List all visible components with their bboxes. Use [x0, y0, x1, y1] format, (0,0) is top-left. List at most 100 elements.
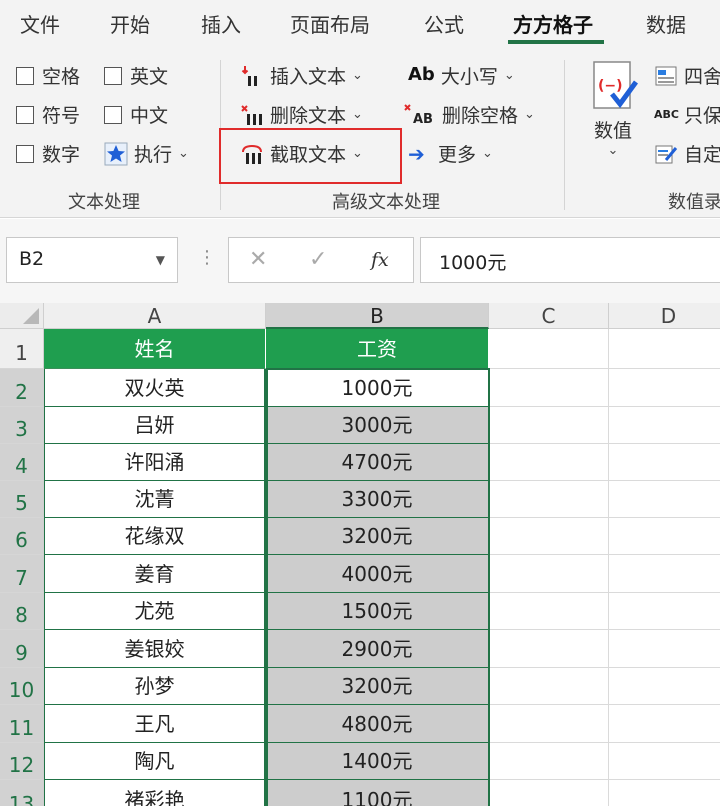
- cell-name[interactable]: 孙梦: [44, 668, 266, 705]
- cell-salary[interactable]: 3300元: [266, 481, 489, 518]
- confirm-icon[interactable]: ✓: [309, 247, 327, 272]
- more-button[interactable]: ➔ 更多 ⌄: [408, 140, 493, 167]
- execute-button[interactable]: 执行 ⌄: [104, 140, 189, 167]
- cell-name[interactable]: 许阳涌: [44, 444, 266, 481]
- cell-salary[interactable]: 3000元: [266, 407, 489, 444]
- function-icon[interactable]: fx: [371, 249, 389, 271]
- cell-empty[interactable]: [609, 630, 720, 668]
- cell-empty[interactable]: [489, 444, 609, 481]
- cell-name[interactable]: 陶凡: [44, 743, 266, 780]
- tab-page-layout[interactable]: 页面布局: [290, 9, 370, 38]
- tab-file[interactable]: 文件: [20, 9, 60, 38]
- cell-empty[interactable]: [489, 329, 609, 369]
- keep-button[interactable]: ABC 只保: [654, 101, 720, 128]
- cell-salary[interactable]: 2900元: [266, 630, 489, 668]
- cell-empty[interactable]: [489, 705, 609, 743]
- row-header-12[interactable]: 12: [0, 743, 44, 780]
- row-header-6[interactable]: 6: [0, 518, 44, 555]
- cell-empty[interactable]: [489, 668, 609, 705]
- cell-empty[interactable]: [609, 407, 720, 444]
- tab-home[interactable]: 开始: [110, 9, 150, 38]
- name-box[interactable]: B2 ▼: [6, 237, 178, 283]
- row-header-2[interactable]: 2: [0, 369, 44, 407]
- column-header-c[interactable]: C: [489, 303, 609, 329]
- row-header-3[interactable]: 3: [0, 407, 44, 444]
- cell-name[interactable]: 尤苑: [44, 593, 266, 630]
- cell-empty[interactable]: [489, 407, 609, 444]
- row-header-9[interactable]: 9: [0, 630, 44, 668]
- cell-name[interactable]: 姜育: [44, 555, 266, 593]
- row-header-8[interactable]: 8: [0, 593, 44, 630]
- row-header-5[interactable]: 5: [0, 481, 44, 518]
- column-header-a[interactable]: A: [44, 303, 266, 329]
- extract-text-button[interactable]: 截取文本 ⌄: [240, 140, 363, 167]
- cell-empty[interactable]: [489, 630, 609, 668]
- cell-name[interactable]: 花缘双: [44, 518, 266, 555]
- dropdown-arrow-icon[interactable]: ▼: [156, 253, 165, 267]
- cell-name[interactable]: 双火英: [44, 369, 266, 407]
- custom-button[interactable]: 自定: [654, 140, 720, 167]
- delete-text-button[interactable]: 删除文本 ⌄: [240, 101, 363, 128]
- row-header-11[interactable]: 11: [0, 705, 44, 743]
- cell-salary[interactable]: 3200元: [266, 668, 489, 705]
- insert-text-button[interactable]: 插入文本 ⌄: [240, 62, 363, 89]
- cell-salary[interactable]: 1400元: [266, 743, 489, 780]
- row-header-7[interactable]: 7: [0, 555, 44, 593]
- row-header-1[interactable]: 1: [0, 329, 44, 369]
- select-all-corner[interactable]: [0, 303, 44, 329]
- active-cell[interactable]: 1000元: [266, 369, 489, 407]
- cell-header-name[interactable]: 姓名: [44, 329, 266, 369]
- number-button[interactable]: (−) 数值 ⌄: [588, 60, 639, 158]
- tab-data[interactable]: 数据: [646, 9, 686, 38]
- cell-empty[interactable]: [609, 780, 720, 806]
- cell-name[interactable]: 沈菁: [44, 481, 266, 518]
- cell-empty[interactable]: [609, 369, 720, 407]
- cell-salary[interactable]: 4700元: [266, 444, 489, 481]
- cell-empty[interactable]: [489, 743, 609, 780]
- cell-empty[interactable]: [609, 444, 720, 481]
- cell-empty[interactable]: [489, 593, 609, 630]
- group-label-advanced-text: 高级文本处理: [332, 192, 440, 213]
- cell-name[interactable]: 吕妍: [44, 407, 266, 444]
- checkbox-space[interactable]: 空格: [16, 62, 80, 89]
- tab-formulas[interactable]: 公式: [424, 9, 464, 38]
- row-header-13[interactable]: 13: [0, 780, 44, 806]
- checkbox-chinese[interactable]: 中文: [104, 101, 168, 128]
- cancel-icon[interactable]: ✕: [249, 247, 267, 272]
- row-header-4[interactable]: 4: [0, 444, 44, 481]
- cell-empty[interactable]: [489, 369, 609, 407]
- tab-insert[interactable]: 插入: [201, 9, 241, 38]
- cell-salary[interactable]: 1500元: [266, 593, 489, 630]
- cell-empty[interactable]: [609, 518, 720, 555]
- tab-fangfang[interactable]: 方方格子: [513, 9, 593, 38]
- cell-empty[interactable]: [609, 705, 720, 743]
- checkbox-symbol[interactable]: 符号: [16, 101, 80, 128]
- cell-salary[interactable]: 3200元: [266, 518, 489, 555]
- cell-empty[interactable]: [609, 593, 720, 630]
- cell-empty[interactable]: [489, 481, 609, 518]
- checkbox-number[interactable]: 数字: [16, 140, 80, 167]
- column-header-b[interactable]: B: [266, 303, 489, 329]
- cell-empty[interactable]: [609, 329, 720, 369]
- checkbox-english[interactable]: 英文: [104, 62, 168, 89]
- cell-name[interactable]: 褚彩艳: [44, 780, 266, 806]
- cell-empty[interactable]: [489, 780, 609, 806]
- cell-empty[interactable]: [609, 555, 720, 593]
- cell-empty[interactable]: [489, 555, 609, 593]
- delete-space-button[interactable]: AB 删除空格 ⌄: [404, 101, 535, 128]
- cell-salary[interactable]: 4800元: [266, 705, 489, 743]
- cell-name[interactable]: 姜银姣: [44, 630, 266, 668]
- column-header-d[interactable]: D: [609, 303, 720, 329]
- cell-empty[interactable]: [609, 668, 720, 705]
- cell-salary[interactable]: 1100元: [266, 780, 489, 806]
- cell-salary[interactable]: 4000元: [266, 555, 489, 593]
- formula-input[interactable]: 1000元: [420, 237, 720, 283]
- case-button[interactable]: Ab 大小写 ⌄: [408, 62, 515, 89]
- cell-empty[interactable]: [609, 481, 720, 518]
- cell-name[interactable]: 王凡: [44, 705, 266, 743]
- row-header-10[interactable]: 10: [0, 668, 44, 705]
- cell-header-salary[interactable]: 工资: [266, 329, 489, 369]
- cell-empty[interactable]: [489, 518, 609, 555]
- round-button[interactable]: 四舍: [654, 62, 720, 89]
- cell-empty[interactable]: [609, 743, 720, 780]
